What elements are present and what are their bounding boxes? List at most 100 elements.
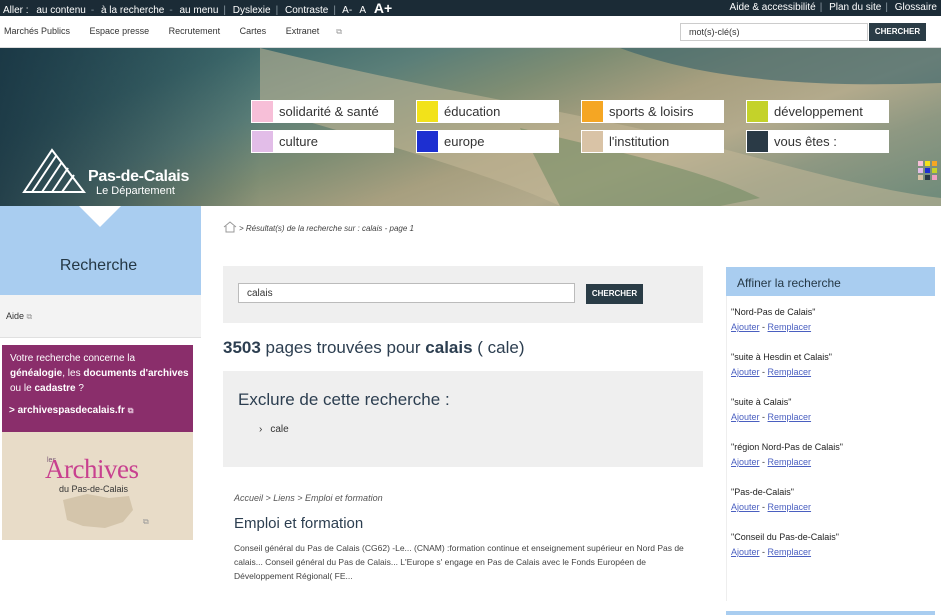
promo-text: ou le — [10, 383, 32, 394]
archives-title: Archives — [45, 454, 139, 484]
result-title-link[interactable]: Emploi et formation — [234, 515, 363, 532]
results-number: 3503 — [223, 338, 261, 357]
refine-suggestion: "Conseil du Pas-de-Calais" Ajouter - Rem… — [731, 532, 839, 557]
remplacer-link[interactable]: Remplacer — [768, 547, 812, 557]
menu-label: développement — [774, 104, 863, 119]
dyslexie-link[interactable]: Dyslexie — [233, 5, 271, 16]
archives-promo-text: Votre recherche concerne la généalogie, … — [10, 351, 190, 396]
menu-label: solidarité & santé — [279, 104, 379, 119]
ajouter-link[interactable]: Ajouter — [731, 322, 760, 332]
contraste-link[interactable]: Contraste — [285, 5, 328, 16]
promo-text: , les — [62, 368, 81, 379]
menu-label: éducation — [444, 104, 501, 119]
exclude-item[interactable]: › cale — [259, 424, 289, 435]
archives-promo[interactable]: Votre recherche concerne la généalogie, … — [2, 345, 193, 432]
logo-mark-icon — [22, 148, 87, 193]
logo-subtitle: Le Département — [96, 185, 175, 197]
refine-suggestions: "Nord-Pas de Calais" Ajouter - Remplacer… — [726, 296, 935, 601]
remplacer-link[interactable]: Remplacer — [768, 322, 812, 332]
header-search-button[interactable]: CHERCHER — [869, 23, 926, 41]
menu-developpement[interactable]: développement — [746, 100, 889, 123]
institution-color-swatch — [582, 131, 603, 152]
menu-solidarite-sante[interactable]: solidarité & santé — [251, 100, 394, 123]
results-text: pages trouvées pour — [260, 338, 426, 357]
archives-logo-banner[interactable]: les Archives du Pas-de-Calais ⧉ — [2, 432, 193, 540]
font-decrease-button[interactable]: A- — [342, 5, 352, 16]
developpement-color-swatch — [747, 101, 768, 122]
refine-suggestion: "Nord-Pas de Calais" Ajouter - Remplacer — [731, 307, 816, 332]
external-link-icon: ⧉ — [127, 406, 134, 415]
suggestion-term: "suite à Hesdin et Calais" — [731, 352, 832, 362]
cartes-link[interactable]: Cartes — [240, 26, 267, 36]
remplacer-link[interactable]: Remplacer — [768, 457, 812, 467]
refine-suggestion: "Pas-de-Calais" Ajouter - Remplacer — [731, 487, 812, 512]
skip-to-search-link[interactable]: à la recherche — [101, 5, 164, 16]
aide-accessibilite-link[interactable]: Aide & accessibilité — [730, 2, 816, 13]
menu-institution[interactable]: l'institution — [581, 130, 724, 153]
menu-label: l'institution — [609, 134, 670, 149]
remplacer-link[interactable]: Remplacer — [768, 412, 812, 422]
external-link-icon: ⧉ — [336, 27, 342, 36]
results-count: 3503 pages trouvées pour calais ( cale) — [223, 338, 525, 358]
menu-label: europe — [444, 134, 485, 149]
promo-text: Votre recherche concerne la — [10, 353, 136, 364]
exclude-title: Exclure de cette recherche : — [238, 390, 450, 409]
breadcrumb-text: > Résultat(s) de la recherche sur : cala… — [239, 224, 414, 233]
remplacer-link[interactable]: Remplacer — [768, 367, 812, 377]
promo-genealogie: généalogie — [10, 368, 63, 379]
pas-de-calais-logo[interactable]: Pas-de-Calais Le Département — [22, 148, 202, 198]
suggestion-term: "Nord-Pas de Calais" — [731, 307, 816, 317]
ajouter-link[interactable]: Ajouter — [731, 457, 760, 467]
refine-title: Affiner la recherche — [737, 276, 841, 290]
color-mosaic-icon[interactable] — [918, 161, 938, 181]
results-term: calais — [425, 338, 473, 357]
results-variant: ( cale) — [472, 338, 525, 357]
solidarite-color-swatch — [252, 101, 273, 122]
header-banner: Pas-de-Calais Le Département — [0, 48, 941, 206]
exclude-item-label: cale — [270, 424, 289, 435]
recrutement-link[interactable]: Recrutement — [169, 26, 221, 36]
header-search-input[interactable] — [680, 23, 868, 41]
glossaire-link[interactable]: Glossaire — [895, 2, 937, 13]
menu-education[interactable]: éducation — [416, 100, 559, 123]
chevron-right-icon: › — [259, 424, 263, 435]
menu-sports-loisirs[interactable]: sports & loisirs — [581, 100, 724, 123]
bottom-panel-edge — [726, 611, 935, 615]
font-normal-button[interactable]: A — [359, 5, 366, 16]
logo-title: Pas-de-Calais — [88, 168, 190, 185]
external-link-icon: ⧉ — [143, 517, 149, 526]
menu-culture[interactable]: culture — [251, 130, 394, 153]
menu-europe[interactable]: europe — [416, 130, 559, 153]
ajouter-link[interactable]: Ajouter — [731, 502, 760, 512]
menu-vous-etes[interactable]: vous êtes : — [746, 130, 889, 153]
ajouter-link[interactable]: Ajouter — [731, 367, 760, 377]
ajouter-link[interactable]: Ajouter — [731, 547, 760, 557]
accessibility-bar: Aller : au contenu - à la recherche - au m… — [0, 0, 941, 16]
remplacer-link[interactable]: Remplacer — [768, 502, 812, 512]
home-icon[interactable] — [223, 221, 237, 233]
extranet-link[interactable]: Extranet ⧉ — [286, 26, 359, 36]
refine-header: Affiner la recherche — [726, 267, 935, 296]
ajouter-link[interactable]: Ajouter — [731, 412, 760, 422]
marches-publics-link[interactable]: Marchés Publics — [4, 26, 70, 36]
main-search-input[interactable] — [238, 283, 575, 303]
espace-presse-link[interactable]: Espace presse — [90, 26, 150, 36]
sidebar-title: Recherche — [59, 257, 138, 274]
promo-cadastre: cadastre — [34, 383, 76, 394]
culture-color-swatch — [252, 131, 273, 152]
education-color-swatch — [417, 101, 438, 122]
result-breadcrumb: Accueil > Liens > Emploi et formation — [234, 493, 383, 503]
skip-to-menu-link[interactable]: au menu — [179, 5, 218, 16]
department-map-icon — [63, 494, 133, 528]
font-increase-button[interactable]: A+ — [374, 0, 392, 16]
extranet-label: Extranet — [285, 26, 320, 36]
skip-to-content-link[interactable]: au contenu — [36, 5, 86, 16]
archives-link-label: > archivespasdecalais.fr — [9, 405, 125, 416]
plan-du-site-link[interactable]: Plan du site — [829, 2, 881, 13]
aide-link[interactable]: Aide — [6, 311, 24, 321]
promo-text: ? — [75, 383, 84, 394]
archives-website-link[interactable]: > archivespasdecalais.fr ⧉ — [9, 403, 133, 418]
menu-label: vous êtes : — [774, 134, 837, 149]
main-search-button[interactable]: CHERCHER — [586, 284, 643, 304]
sidebar-aide-item[interactable]: Aide ⧉ — [0, 295, 201, 338]
